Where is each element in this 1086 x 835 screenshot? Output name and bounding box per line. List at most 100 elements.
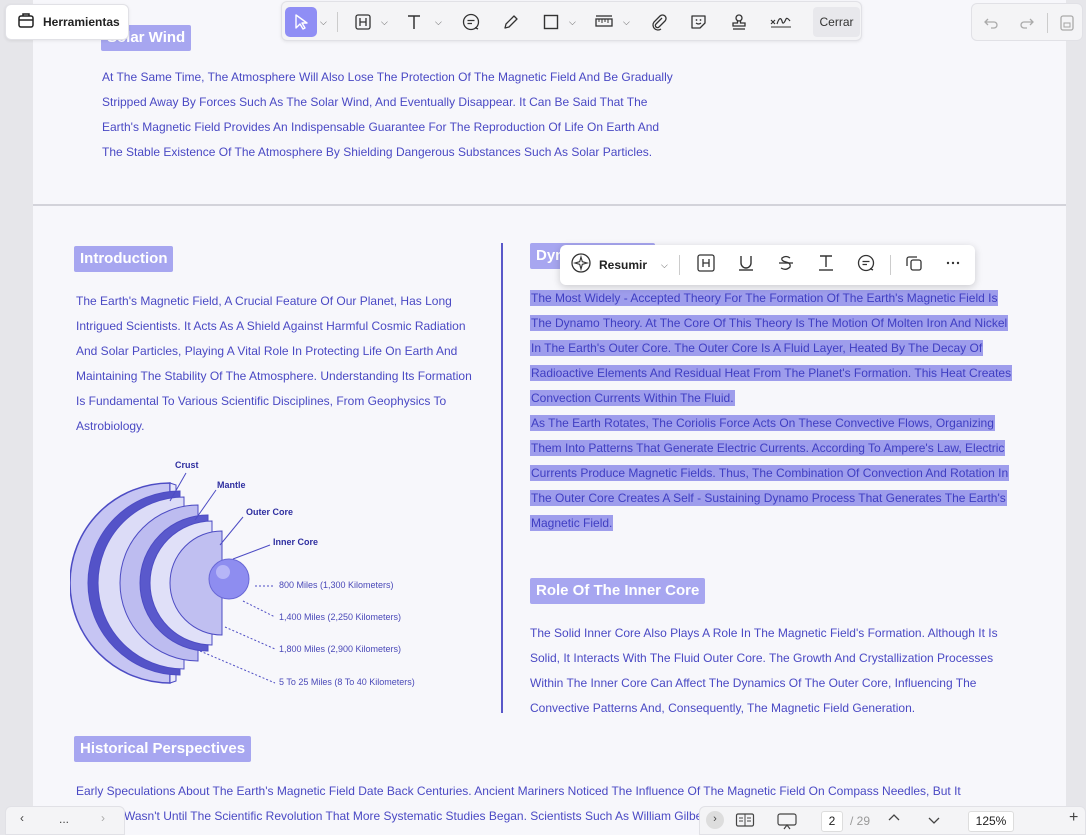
paragraph-line: And Solar Particles, Playing A Vital Rol… [76,344,458,358]
attachment-tool-button[interactable] [646,7,672,37]
strikethrough-button[interactable] [776,253,796,277]
paragraph-line: The Earth's Magnetic Field, A Crucial Fe… [76,294,452,308]
select-tool-button[interactable] [285,7,317,37]
sticker-tool-button[interactable] [686,7,712,37]
selected-text[interactable]: Them Into Patterns That Generate Electri… [530,440,1006,456]
paragraph-line: Convective Patterns And, Consequently, T… [530,701,916,715]
undo-icon [983,15,999,31]
signature-tool-button[interactable] [766,7,796,37]
selected-text[interactable]: In The Earth's Outer Core. The Outer Cor… [530,340,984,356]
text-box-button[interactable] [816,253,836,277]
chevron-down-icon[interactable]: ⌵ [435,17,442,28]
page-break [33,204,1066,206]
presentation-icon[interactable] [776,812,798,833]
redo-button[interactable] [1016,8,1038,38]
history-toolbar [971,3,1083,41]
paragraph-line: Early Speculations About The Earth's Mag… [76,784,961,798]
cursor-icon [292,13,310,31]
measurement-outer-core: 1,400 Miles (2,250 Kilometers) [279,612,401,622]
selected-text[interactable]: The Dynamo Theory. At The Core Of This T… [530,315,1009,331]
pen-tool-button[interactable] [498,7,524,37]
measure-tool-button[interactable] [591,7,617,37]
selected-line: The Dynamo Theory. At The Core Of This T… [530,311,1012,336]
save-icon [1059,14,1075,32]
more-pages-button[interactable]: ... [59,812,69,826]
dynamo-paragraph-selected[interactable]: The Most Widely - Accepted Theory For Th… [530,286,1013,536]
undo-button[interactable] [980,8,1002,38]
paragraph-line: Is Fundamental To Various Scientific Dis… [76,394,447,408]
selected-text[interactable]: The Most Widely - Accepted Theory For Th… [530,290,999,306]
total-pages-label: / 29 [850,814,871,828]
column-divider [501,243,503,713]
redo-icon [1019,15,1035,31]
chevron-down-icon[interactable]: ⌵ [381,17,388,28]
selected-line: Currents Produce Magnetic Fields. Thus, … [530,461,1012,486]
zoom-level[interactable]: 125% [968,811,1014,832]
tools-label: Herramientas [43,15,120,29]
pen-icon [502,13,520,31]
paragraph-line: The Stable Existence Of The Atmosphere B… [102,145,653,159]
selected-text[interactable]: Convection Currents Within The Fluid. [530,390,735,406]
summarize-label: Resumir [599,258,648,272]
inner-core-sphere [208,558,250,600]
zoom-in-icon[interactable]: + [1069,809,1078,827]
collapse-icon[interactable]: › [706,811,724,829]
chevron-down-icon[interactable]: ⌵ [320,17,327,28]
comment-selection-button[interactable] [856,253,876,277]
copy-button[interactable] [904,253,924,277]
paragraph-line: The Solid Inner Core Also Plays A Role I… [530,626,998,640]
toolbar-divider [337,12,338,32]
close-toolbar-button[interactable]: Cerrar [813,7,860,37]
highlight-icon [354,13,372,31]
toolbar-divider [890,255,891,275]
tools-button[interactable]: Herramientas [5,4,129,40]
save-button[interactable] [1056,8,1078,38]
paragraph-line: At The Same Time, The Atmosphere Will Al… [102,70,673,84]
paragraph-line: Intrigued Scientists. It Acts As A Shiel… [76,319,466,333]
selected-text[interactable]: Radioactive Elements And Residual Heat F… [530,365,1013,381]
selection-toolbar: Resumir ⌵ [560,245,975,285]
selected-text[interactable]: Magnetic Field. [530,515,614,531]
selected-line: Them Into Patterns That Generate Electri… [530,436,1012,461]
selected-text[interactable]: The Outer Core Creates A Self - Sustaini… [530,490,1007,506]
label-mantle: Mantle [217,480,246,490]
text-underline-icon [816,253,836,278]
current-page-input[interactable]: 2 [821,811,843,832]
status-bar: › 2 / 29 125% + [699,806,1086,835]
chevron-up-icon[interactable] [887,811,901,828]
text-tool-button[interactable] [402,7,428,37]
annotation-toolbar: ⌵ ⌵ ⌵ ⌵ ⌵ Cerrar [281,1,862,41]
chevron-left-icon[interactable]: ‹ [20,811,24,825]
selected-line: Radioactive Elements And Residual Heat F… [530,361,1013,386]
comment-icon [856,253,876,278]
selected-text[interactable]: Currents Produce Magnetic Fields. Thus, … [530,465,1010,481]
highlight-icon [696,253,716,278]
introduction-heading: Introduction [74,246,174,272]
underline-button[interactable] [736,253,756,277]
chevron-right-icon[interactable]: › [101,811,105,825]
copy-icon [904,253,924,278]
more-options-button[interactable] [946,253,960,277]
measurement-crust: 5 To 25 Miles (8 To 40 Kilometers) [279,677,415,687]
chevron-down-icon[interactable]: ⌵ [623,17,630,28]
highlight-tool-button[interactable] [350,7,376,37]
label-crust: Crust [175,460,199,470]
highlight-selection-button[interactable] [696,253,716,277]
stamp-tool-button[interactable] [726,7,752,37]
comment-tool-button[interactable] [458,7,484,37]
paragraph-line: Earth's Magnetic Field Provides An Indis… [102,120,660,134]
selected-line: As The Earth Rotates, The Coriolis Force… [530,411,1012,436]
shape-tool-button[interactable] [538,7,564,37]
selected-line: Magnetic Field. [530,511,1012,536]
selected-text[interactable]: As The Earth Rotates, The Coriolis Force… [530,415,995,431]
measurement-inner-core: 800 Miles (1,300 Kilometers) [279,580,394,590]
selected-line: The Most Widely - Accepted Theory For Th… [530,286,1012,311]
chevron-down-icon[interactable]: ⌵ [569,17,576,28]
paragraph-line: Maintaining The Stability Of The Atmosph… [76,369,472,383]
paragraph-line: Solid, It Interacts With The Fluid Outer… [530,651,994,665]
summarize-button[interactable]: Resumir [570,252,648,277]
underline-icon [736,253,756,278]
chevron-down-icon[interactable] [927,813,941,830]
chevron-down-icon[interactable]: ⌵ [661,260,668,271]
reading-mode-icon[interactable] [735,812,755,831]
